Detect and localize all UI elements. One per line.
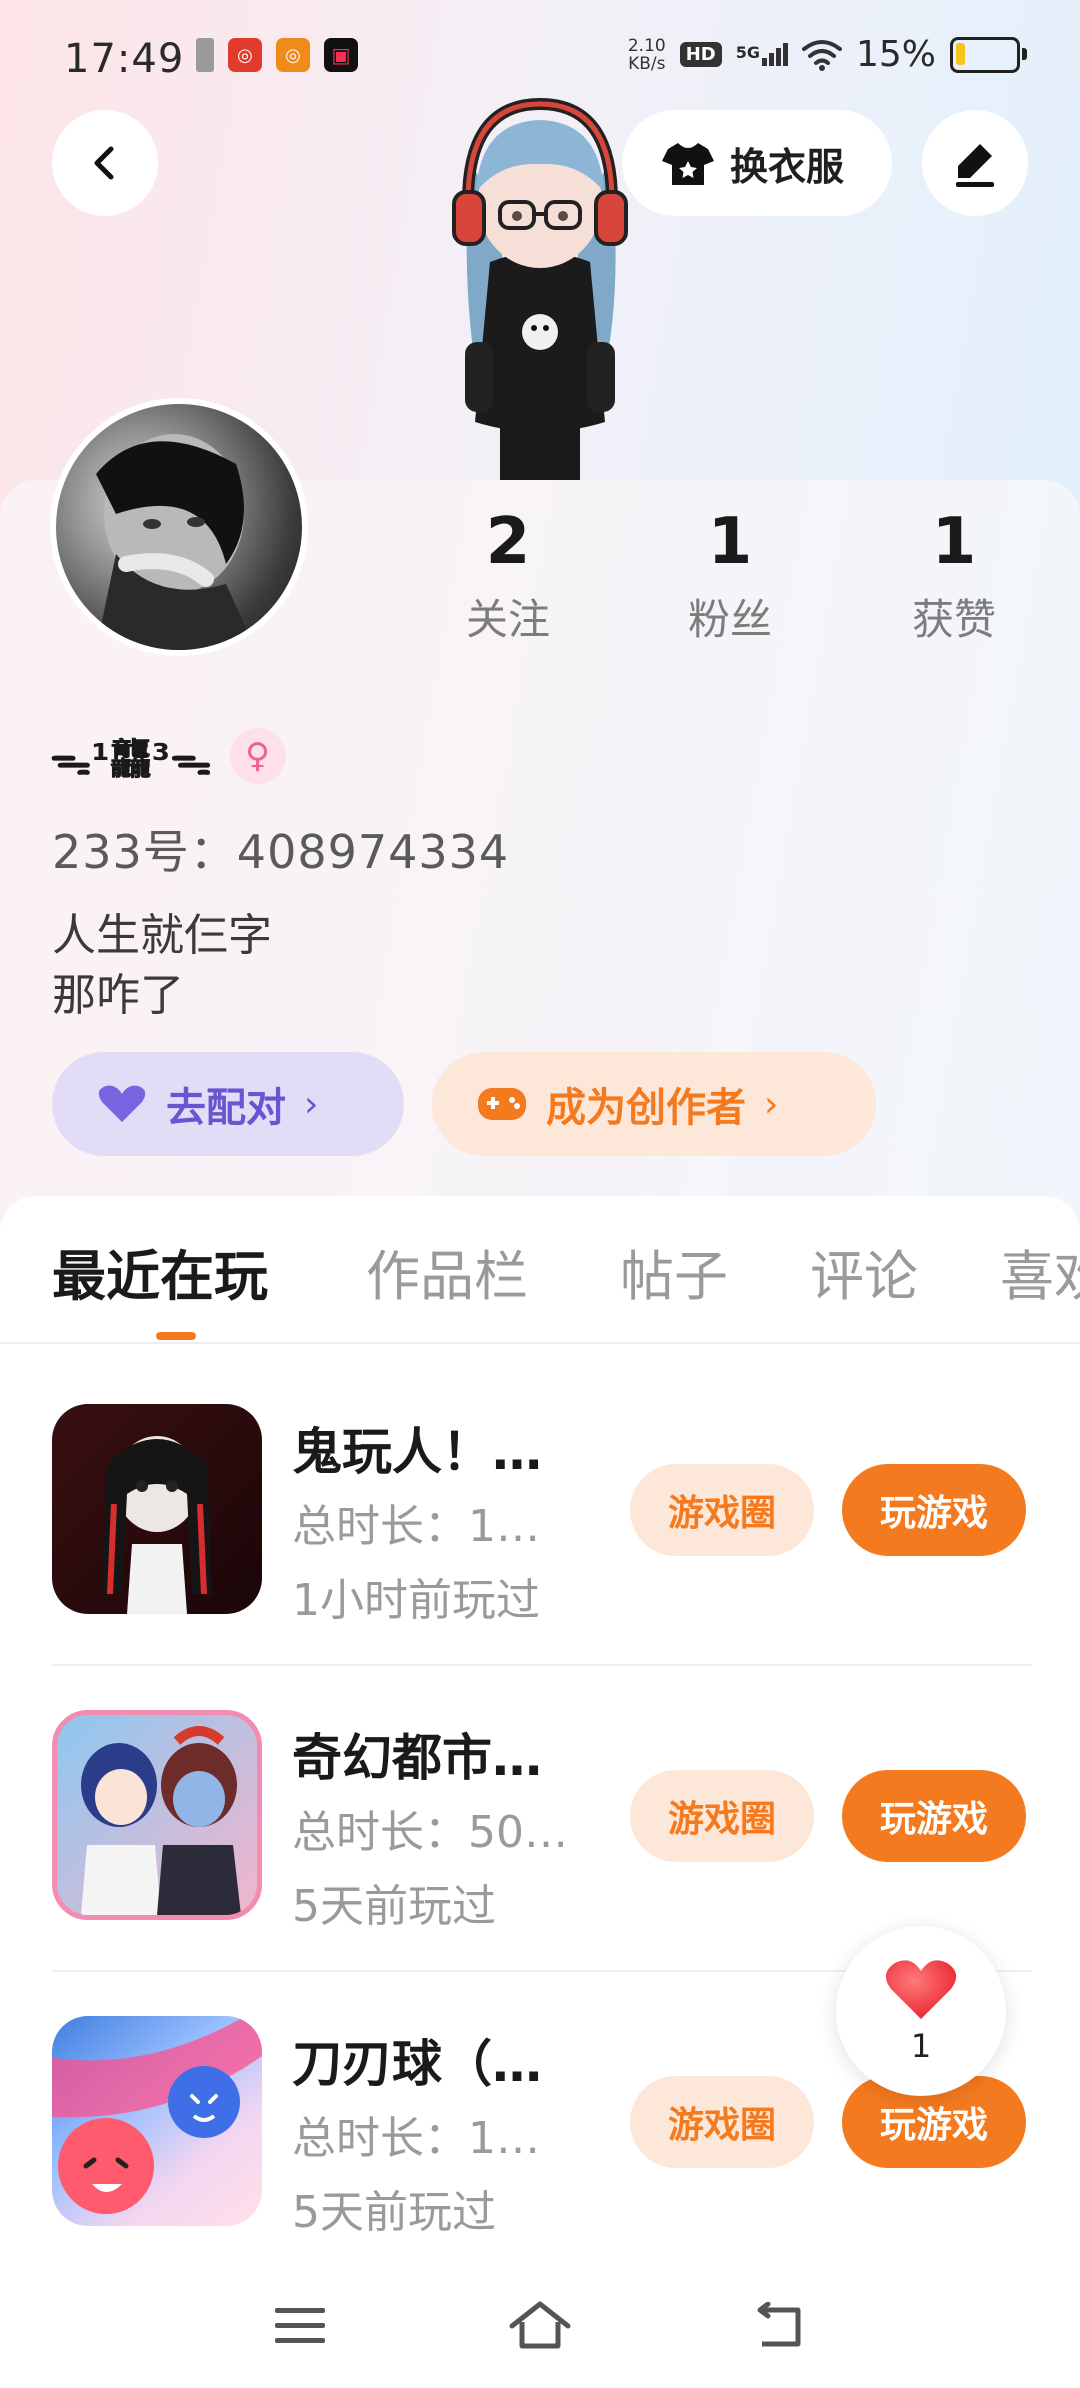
chevron-right-icon: › [764, 1083, 779, 1125]
stat-fans[interactable]: 1 粉丝 [640, 500, 820, 647]
stat-likes-count: 1 [931, 505, 977, 579]
heart-pair-icon [98, 1085, 146, 1122]
back-button[interactable] [52, 110, 158, 216]
game-icon[interactable] [52, 1404, 262, 1614]
stat-likes-label: 获赞 [911, 595, 996, 644]
heart-icon [885, 1960, 957, 2019]
game-total-duration: 总时长：50… [292, 1807, 568, 1858]
game-last-played: 5天前玩过 [292, 2187, 496, 2238]
battery-fill [956, 42, 965, 65]
pen-icon [956, 144, 994, 187]
network-speed-unit: KB/s [628, 53, 666, 74]
network-speed-value: 2.10 [627, 35, 666, 56]
active-tab-indicator [156, 1332, 196, 1340]
match-label: 去配对 [166, 1085, 286, 1131]
stat-following-label: 关注 [465, 595, 550, 644]
match-button[interactable]: 去配对 › [52, 1052, 404, 1156]
gamepad-icon [478, 1088, 526, 1120]
back-icon [757, 2302, 801, 2347]
game-title: 刀刃球（… [292, 2035, 542, 2093]
game-icon[interactable] [52, 1710, 262, 1920]
change-outfit-label: 换衣服 [730, 144, 845, 189]
like-count: 1 [910, 2027, 932, 2065]
tab-recent-play[interactable]: 最近在玩 [52, 1232, 268, 1311]
nickname-row: ᯓ¹龘³ᯓ ♀ [50, 716, 286, 796]
home-button[interactable] [500, 2296, 580, 2356]
sim-icon [196, 38, 214, 72]
become-creator-button[interactable]: 成为创作者 › [432, 1052, 876, 1156]
game-title: 奇幻都市… [292, 1729, 542, 1787]
home-icon [509, 2301, 571, 2349]
play-game-button[interactable]: 玩游戏 [842, 1464, 1026, 1556]
stat-fans-label: 粉丝 [687, 595, 772, 644]
tab-posts[interactable]: 帖子 [620, 1232, 728, 1311]
edit-profile-button[interactable] [922, 110, 1028, 216]
stat-likes[interactable]: 1 获赞 [864, 500, 1044, 647]
stat-following-count: 2 [485, 505, 531, 579]
video-app-icon: ▣ [324, 38, 358, 72]
game-circle-button[interactable]: 游戏圈 [630, 1770, 814, 1862]
status-time: 17:49 [64, 36, 185, 82]
tab-likes[interactable]: 喜欢 [1000, 1232, 1080, 1311]
menu-icon [275, 2308, 325, 2343]
stat-following[interactable]: 2 关注 [418, 500, 598, 647]
become-creator-label: 成为创作者 [546, 1085, 746, 1131]
hd-badge: HD [679, 42, 722, 67]
stat-fans-count: 1 [707, 505, 753, 579]
wifi-icon [801, 39, 842, 71]
profile-tabs: 最近在玩 作品栏 帖子 评论 喜欢 [0, 1196, 1080, 1344]
menu-button[interactable] [260, 2296, 340, 2356]
app-notification-icon: ◎ [276, 38, 310, 72]
back-arrow-icon [94, 146, 114, 180]
game-total-duration: 总时长：1… [292, 1501, 540, 1552]
user-bio: 人生就仨字 那咋了 [52, 910, 272, 1021]
battery-percent: 15% [855, 34, 936, 75]
female-icon: ♀ [229, 728, 286, 784]
avatar-character-figure[interactable] [430, 92, 650, 484]
game-last-played: 5天前玩过 [292, 1881, 496, 1932]
system-navigation-bar [0, 2266, 1080, 2388]
nickname: ᯓ¹龘³ᯓ [50, 734, 212, 784]
status-indicators: 2.10 KB/s HD 5G 15% [628, 34, 1027, 75]
notification-icons: ◎ ◎ ▣ [196, 38, 358, 72]
chevron-right-icon: › [304, 1083, 319, 1125]
signal-icon: 5G [736, 43, 788, 66]
tab-works[interactable]: 作品栏 [366, 1232, 528, 1311]
game-circle-button[interactable]: 游戏圈 [630, 1464, 814, 1556]
floating-like-button[interactable]: 1 [836, 1926, 1006, 2096]
app-notification-icon: ◎ [228, 38, 262, 72]
avatar-photo [96, 434, 256, 650]
game-row[interactable]: 鬼玩人！… 总时长：1… 1小时前玩过 游戏圈 玩游戏 [52, 1404, 1032, 1666]
game-title: 鬼玩人！… [292, 1423, 542, 1481]
battery-icon [950, 36, 1027, 73]
signal-label: 5G [735, 43, 760, 62]
play-game-button[interactable]: 玩游戏 [842, 1770, 1026, 1862]
tshirt-icon [662, 143, 714, 185]
game-circle-button[interactable]: 游戏圈 [630, 2076, 814, 2168]
game-last-played: 1小时前玩过 [292, 1575, 540, 1626]
tab-comments[interactable]: 评论 [810, 1232, 918, 1311]
back-nav-button[interactable] [740, 2296, 820, 2356]
user-id: 233号：408974334 [52, 825, 510, 879]
change-outfit-button[interactable]: 换衣服 [622, 110, 892, 216]
content-panel: 最近在玩 作品栏 帖子 评论 喜欢 鬼玩人！… 总时长：1… 1小时前玩过 游戏… [0, 1196, 1080, 2266]
game-total-duration: 总时长：1… [292, 2113, 540, 2164]
user-avatar[interactable] [50, 398, 308, 656]
game-icon[interactable] [52, 2016, 262, 2226]
network-speed: 2.10 KB/s [628, 37, 666, 73]
